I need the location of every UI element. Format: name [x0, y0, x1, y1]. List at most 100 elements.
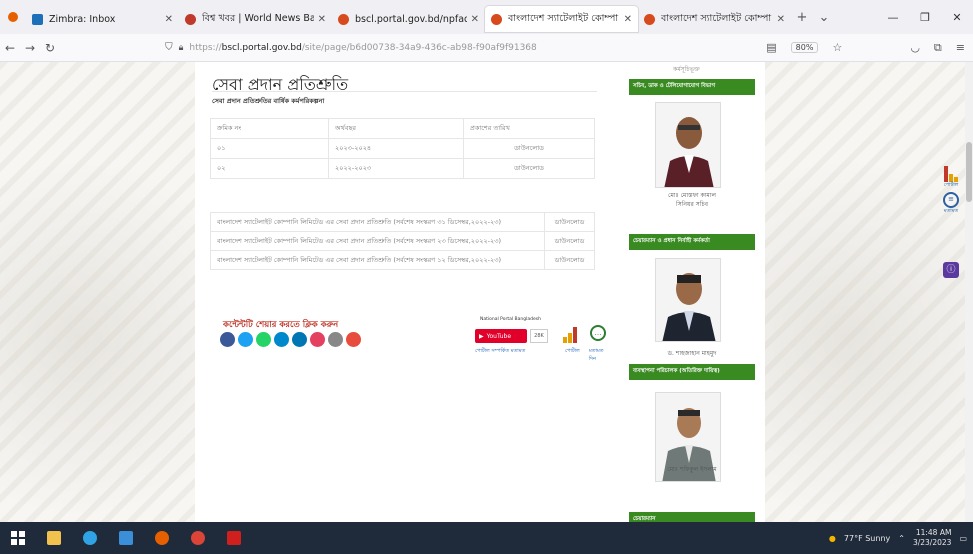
floating-label: মতামত: [943, 208, 959, 214]
tab-world-news[interactable]: বিশ্ব খবর | World News Bangl ✕: [179, 6, 332, 32]
pocket-icon[interactable]: ◡: [910, 41, 920, 54]
floating-portal-widget[interactable]: পোর্টাল: [938, 166, 964, 190]
tab-bscl[interactable]: বাংলাদেশ স্যাটেলাইট কোম্পা ✕: [638, 6, 791, 32]
notifications-icon[interactable]: ▭: [959, 534, 967, 543]
store-icon[interactable]: [108, 522, 144, 554]
tab-zimbra[interactable]: Zimbra: Inbox ✕: [26, 6, 179, 32]
person-name: ড. শাহজাহান মাহমুদ: [667, 350, 717, 357]
firefox-view-icon[interactable]: [0, 0, 26, 34]
tab-bscl-active[interactable]: বাংলাদেশ স্যাটেলাইট কোম্পা ✕: [485, 6, 638, 32]
youtube-play-icon: ▶: [479, 332, 484, 340]
news-favicon-icon: [185, 13, 196, 25]
portrait-photo: [655, 258, 721, 342]
decorative-art-right: [765, 62, 965, 522]
charter-versions-table: বাংলাদেশ স্যাটেলাইট কোম্পানি লিমিটেড এর …: [210, 212, 595, 270]
navigation-bar: ← → ↻ ⛉ 🔒︎ https:// bscl.portal.gov.bd /…: [0, 34, 973, 62]
forward-icon[interactable]: →: [20, 41, 40, 55]
weather-icon[interactable]: ●: [829, 534, 836, 543]
give-feedback-link[interactable]: মতামত দিন: [589, 348, 610, 364]
minimize-icon[interactable]: —: [877, 11, 909, 24]
social-share-buttons: [220, 332, 361, 347]
table-row: বাংলাদেশ স্যাটেলাইট কোম্পানি লিমিটেড এর …: [210, 250, 595, 270]
title-divider: [212, 91, 597, 92]
feedback-chat-icon[interactable]: …: [590, 325, 606, 341]
twitter-icon[interactable]: [238, 332, 253, 347]
download-link[interactable]: ডাউনলোড: [463, 158, 595, 179]
telegram-icon[interactable]: [274, 332, 289, 347]
start-icon[interactable]: [0, 522, 36, 554]
back-icon[interactable]: ←: [0, 41, 20, 55]
portal-widgets: National Portal Bangladesh ▶ YouTube 28K…: [475, 317, 610, 367]
tab-close-icon[interactable]: ✕: [318, 14, 326, 25]
youtube-subscribe-button[interactable]: ▶ YouTube: [475, 329, 527, 343]
table-cell: বাংলাদেশ স্যাটেলাইট কোম্পানি লিমিটেড এর …: [210, 250, 545, 270]
portal-link[interactable]: পোর্টাল: [565, 348, 580, 356]
zoom-level[interactable]: 80%: [790, 42, 819, 53]
shield-icon[interactable]: ⛉: [165, 42, 173, 53]
url-bar[interactable]: ⛉ 🔒︎ https:// bscl.portal.gov.bd /site/p…: [165, 37, 766, 59]
chrome-icon[interactable]: [180, 522, 216, 554]
right-sidebar: কর্মসূচিভূক্ত সচিব, ডাক ও টেলিযোগাযোগ বি…: [629, 62, 755, 522]
download-link[interactable]: ডাউনলোড: [544, 231, 595, 251]
download-link[interactable]: ডাউনলোড: [544, 250, 595, 270]
menu-icon[interactable]: ≡: [956, 41, 965, 54]
page-scrollbar[interactable]: [965, 62, 973, 522]
table-header: প্রকাশের তারিখ: [463, 118, 595, 139]
tab-strip: Zimbra: Inbox ✕ বিশ্ব খবর | World News B…: [0, 0, 973, 34]
list-tabs-icon[interactable]: ⌄: [813, 10, 835, 25]
person-name: মোঃ শফিকুল ইসলাম: [667, 466, 717, 473]
new-tab-icon[interactable]: +: [791, 10, 813, 25]
decorative-art-left: [0, 62, 195, 522]
url-path: /site/page/b6d00738-34a9-436c-ab98-f90af…: [301, 42, 537, 53]
url-prefix: https://: [189, 42, 222, 53]
clock[interactable]: 11:48 AM 3/23/2023: [913, 528, 951, 548]
tab-close-icon[interactable]: ✕: [165, 14, 173, 25]
table-cell: বাংলাদেশ স্যাটেলাইট কোম্পানি লিমিটেড এর …: [210, 231, 545, 251]
sidebar-section-heading: সচিব, ডাক ও টেলিযোগাযোগ বিভাগ: [629, 79, 755, 95]
tab-close-icon[interactable]: ✕: [624, 14, 632, 25]
sidebar-top-text: কর্মসূচিভূক্ত: [673, 66, 700, 73]
weather-text[interactable]: 77°F Sunny: [844, 534, 890, 543]
tab-title: bscl.portal.gov.bd/npfadmi: [355, 13, 467, 25]
edge-icon[interactable]: [72, 522, 108, 554]
tray-chevron-icon[interactable]: ⌃: [898, 534, 905, 543]
facebook-icon[interactable]: [220, 332, 235, 347]
portal-stats-icon[interactable]: [563, 327, 579, 343]
more-share-icon[interactable]: [346, 332, 361, 347]
reload-icon[interactable]: ↻: [40, 41, 60, 55]
linkedin-icon[interactable]: [292, 332, 307, 347]
extensions-icon[interactable]: ⧉: [934, 41, 942, 55]
floating-accessibility-widget[interactable]: ⓘ: [938, 262, 964, 278]
download-link[interactable]: ডাউনলোড: [463, 138, 595, 159]
lock-icon[interactable]: 🔒︎: [179, 43, 184, 53]
table-header-row: ক্রমিক নং অর্থবছর প্রকাশের তারিখ: [210, 118, 595, 139]
scrollbar-thumb[interactable]: [966, 142, 972, 202]
floating-feedback-widget[interactable]: ≡ মতামত: [938, 192, 964, 216]
annual-plan-table: ক্রমিক নং অর্থবছর প্রকাশের তারিখ ০১ ২০২৩…: [210, 118, 595, 179]
download-link[interactable]: ডাউনলোড: [544, 212, 595, 232]
file-explorer-icon[interactable]: [36, 522, 72, 554]
page-subtitle: সেবা প্রদান প্রতিশ্রুতির বার্ষিক কর্মপরি…: [212, 97, 325, 105]
tab-title: Zimbra: Inbox: [49, 13, 116, 25]
reader-mode-icon[interactable]: ▤: [766, 41, 776, 54]
acrobat-icon[interactable]: [216, 522, 252, 554]
portal-feedback-link[interactable]: পোর্টাল সম্পর্কিত মতামত: [475, 348, 525, 356]
close-window-icon[interactable]: ✕: [941, 11, 973, 24]
tab-title: বাংলাদেশ স্যাটেলাইট কোম্পা: [661, 12, 772, 24]
firefox-icon[interactable]: [144, 522, 180, 554]
tab-close-icon[interactable]: ✕: [777, 14, 785, 25]
main-content: সেবা প্রদান প্রতিশ্রুতি সেবা প্রদান প্রত…: [195, 62, 765, 522]
portal-favicon-icon: [338, 13, 349, 25]
system-tray: ● 77°F Sunny ⌃ 11:48 AM 3/23/2023 ▭: [829, 528, 973, 548]
tab-npfadmin[interactable]: bscl.portal.gov.bd/npfadmi ✕: [332, 6, 485, 32]
bookmark-star-icon[interactable]: ☆: [832, 41, 842, 54]
restore-icon[interactable]: ❐: [909, 11, 941, 24]
person-role: সিনিয়র সচিব: [676, 201, 708, 208]
sidebar-section-heading: চেয়ারম্যান: [629, 512, 755, 522]
tab-close-icon[interactable]: ✕: [471, 14, 479, 25]
tab-title: বাংলাদেশ স্যাটেলাইট কোম্পা: [508, 12, 619, 24]
table-header: অর্থবছর: [328, 118, 464, 139]
print-icon[interactable]: [328, 332, 343, 347]
email-icon[interactable]: [310, 332, 325, 347]
whatsapp-icon[interactable]: [256, 332, 271, 347]
